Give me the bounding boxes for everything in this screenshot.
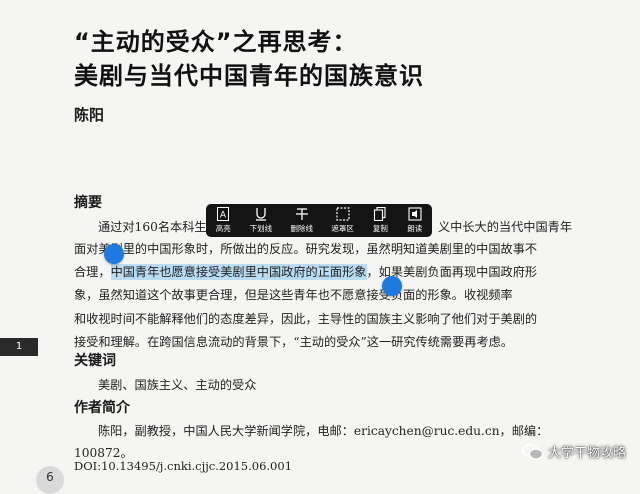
- mask-area-label: 遮罩区: [331, 224, 354, 233]
- abstract-line-2[interactable]: 面对美剧里的中国形象时，所做出的反应。研究发现，虽然明知道美剧里的中国故事不: [74, 239, 537, 257]
- svg-text:A: A: [220, 211, 227, 221]
- copy-label: 复制: [372, 224, 388, 233]
- abstract-line-4[interactable]: 象，虽然知道这个故事更合理，但是这些青年也不愿意接受负面的形象。收视频率: [74, 285, 513, 303]
- read-aloud-label: 朗读: [407, 224, 423, 233]
- bio-line-1[interactable]: 陈阳，副教授，中国人民大学新闻学院，电邮：ericaychen@ruc.edu.…: [98, 421, 548, 439]
- article-title-line1: “主动的受众”之再思考：: [74, 28, 358, 56]
- highlight-icon: A: [217, 207, 230, 221]
- mask-area-button[interactable]: 遮罩区: [331, 207, 354, 234]
- corner-badge[interactable]: 6: [36, 466, 64, 494]
- highlight-button[interactable]: A 高亮: [215, 207, 231, 234]
- wechat-icon: [522, 443, 544, 460]
- keywords-text[interactable]: 美剧、国族主义、主动的受众: [98, 375, 256, 393]
- strikethrough-button[interactable]: 删除线: [290, 207, 314, 234]
- copy-button[interactable]: 复制: [372, 207, 388, 234]
- doi-text[interactable]: DOI:10.13495/j.cnki.cjjc.2015.06.001: [74, 459, 292, 473]
- selection-end-handle[interactable]: [382, 276, 402, 296]
- watermark-text: 大学干物攻略: [547, 446, 626, 461]
- read-aloud-icon: [408, 207, 422, 221]
- underline-button[interactable]: 下划线: [249, 207, 273, 234]
- abstract-line-6[interactable]: 接受和理解。在跨国信息流动的背景下，“主动的受众”这一研究传统需要再考虑。: [74, 332, 513, 350]
- strikethrough-icon: [295, 208, 308, 220]
- underline-label: 下划线: [249, 224, 273, 233]
- article-title-line2: 美剧与当代中国青年的国族意识: [74, 62, 424, 90]
- selection-toolbar: A 高亮 下划线 删除线 遮罩区 复制 朗读: [206, 204, 432, 237]
- selection-start-handle[interactable]: [104, 244, 124, 264]
- abstract-line-1b[interactable]: 义中长大的当代中国青年: [438, 217, 572, 235]
- abstract-line-5[interactable]: 和收视时间不能解释他们的态度差异，因此，主导性的国族主义影响了他们对于美剧的: [74, 309, 537, 327]
- keywords-heading: 关键词: [74, 353, 116, 369]
- abstract-line-3-prefix[interactable]: 合理，: [74, 265, 111, 279]
- page-indicator: 1: [0, 338, 38, 356]
- abstract-line-3[interactable]: 合理，中国青年也愿意接受美剧里中国政府的正面形象，如果美剧负面再现中国政府形: [74, 262, 537, 280]
- abstract-line-1a[interactable]: 通过对160名本科生: [98, 217, 207, 235]
- abstract-heading: 摘要: [74, 195, 102, 211]
- selected-text[interactable]: 中国青年也愿意接受美剧里中国政府的正面形象: [110, 264, 367, 280]
- underline-icon: [255, 208, 266, 221]
- document-page: “主动的受众”之再思考： 美剧与当代中国青年的国族意识 陈阳 摘要 通过对160…: [0, 0, 640, 494]
- read-aloud-button[interactable]: 朗读: [407, 207, 423, 234]
- mask-area-icon: [336, 207, 350, 221]
- author-name: 陈阳: [74, 106, 105, 124]
- bio-heading: 作者简介: [74, 400, 130, 416]
- strikethrough-label: 删除线: [290, 224, 314, 233]
- copy-icon: [374, 207, 386, 221]
- highlight-label: 高亮: [215, 224, 231, 233]
- watermark: 大学干物攻略: [522, 442, 626, 461]
